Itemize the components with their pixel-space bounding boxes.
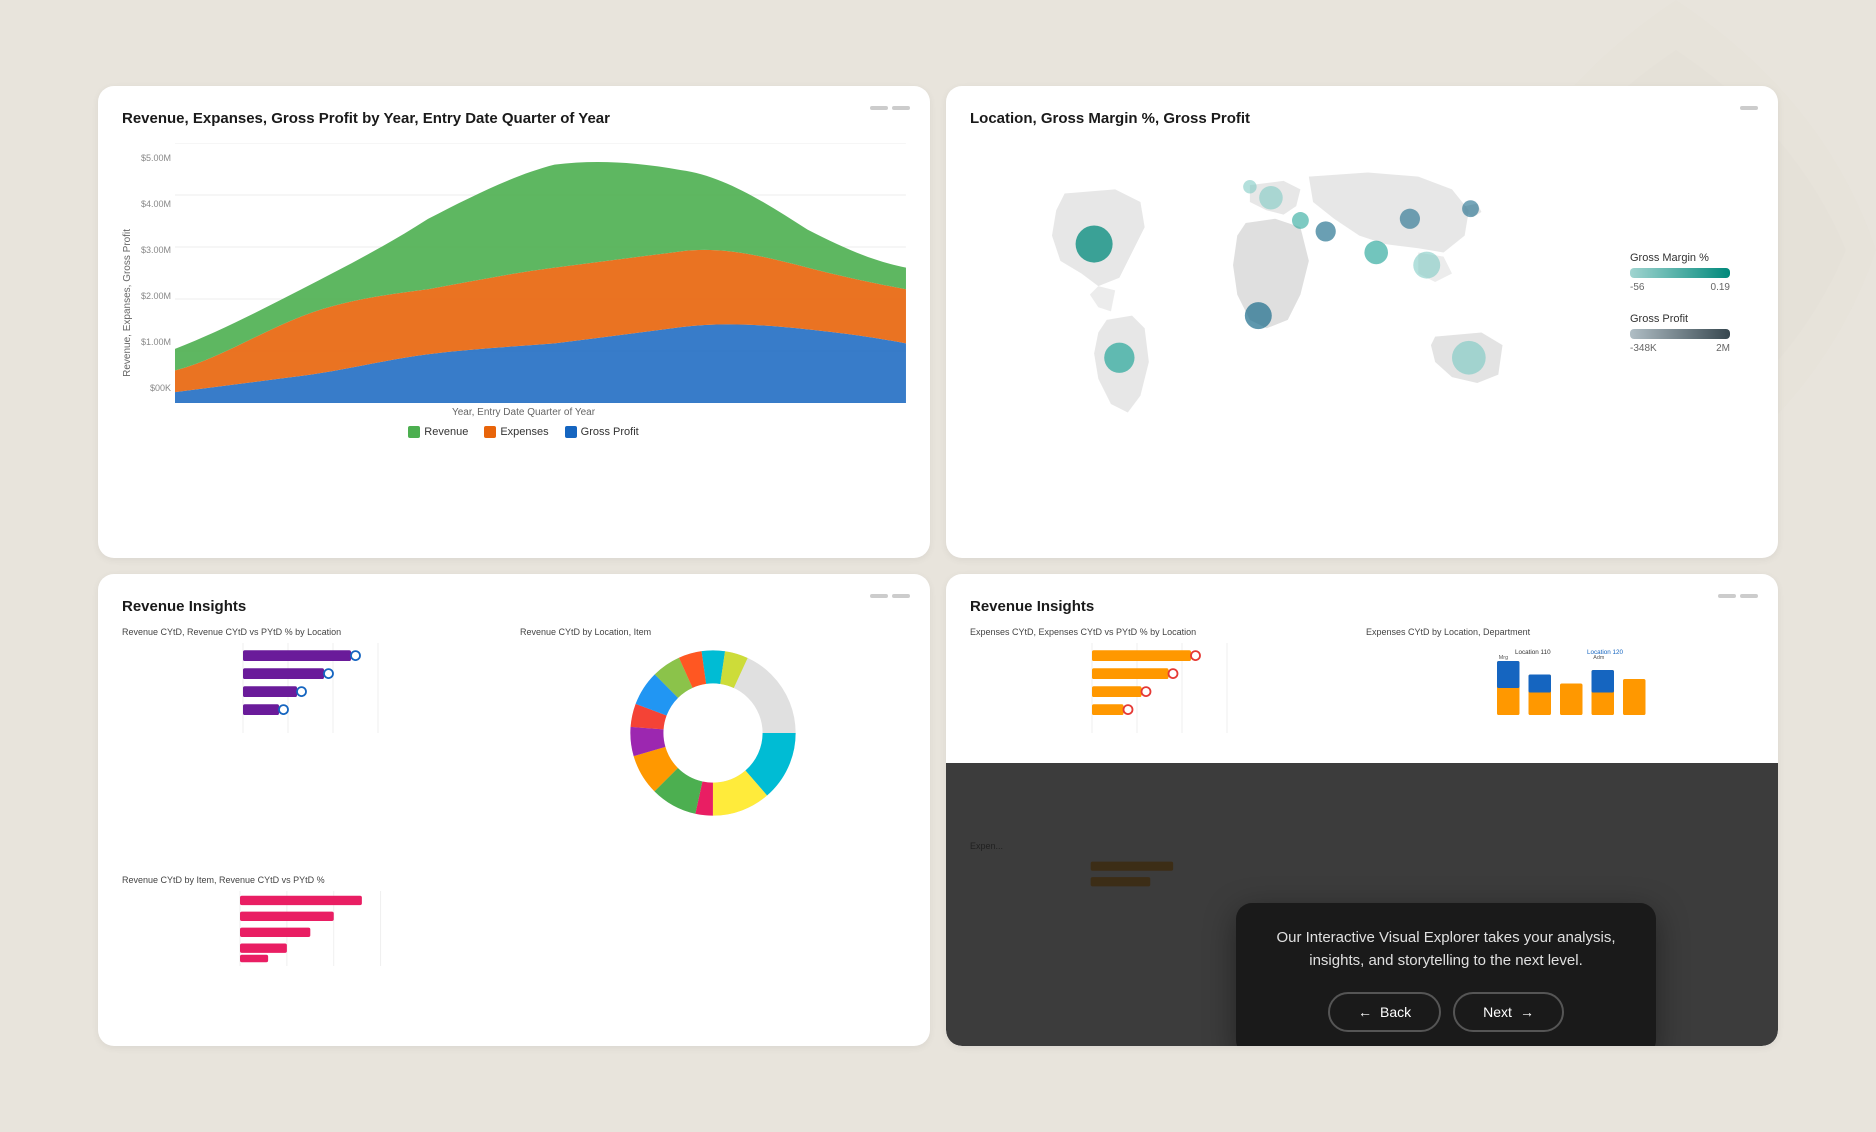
dashboard: Revenue, Expanses, Gross Profit by Year,… xyxy=(98,86,1778,1046)
ylabel: Revenue, Expanses, Gross Profit xyxy=(122,229,133,377)
legend-dot-revenue xyxy=(408,426,420,438)
chart-inner: $5.00M $4.00M $3.00M $2.00M $1.00M $00K xyxy=(141,143,906,438)
back-arrow-icon: ← xyxy=(1358,1004,1372,1020)
legend-gross-profit-section: Gross Profit -348K 2M xyxy=(1630,313,1754,354)
card-menu-area[interactable] xyxy=(870,106,910,110)
bar-chart-svg-1 xyxy=(122,643,508,733)
legend-label-revenue: Revenue xyxy=(424,426,468,438)
next-arrow-icon: → xyxy=(1520,1004,1534,1020)
legend-gm-gradient xyxy=(1630,268,1730,278)
yaxis-0: $00K xyxy=(141,383,171,393)
area-chart-svg xyxy=(175,143,906,403)
back-button[interactable]: ← Back xyxy=(1328,992,1441,1032)
card-menu-rev-right[interactable] xyxy=(1718,594,1758,598)
card-menu-rev-left[interactable] xyxy=(870,594,910,598)
donut-svg xyxy=(628,648,798,818)
revenue-insights-title-right: Revenue Insights xyxy=(970,598,1754,615)
sub-chart-empty xyxy=(520,875,906,1011)
donut-chart-container xyxy=(520,643,906,823)
legend-label-expenses: Expenses xyxy=(500,426,548,438)
legend-gm-max: 0.19 xyxy=(1711,282,1730,293)
card-revenue-insights-left: Revenue Insights Revenue CYtD, Revenue C… xyxy=(98,574,930,1046)
chart-with-axis: $5.00M $4.00M $3.00M $2.00M $1.00M $00K xyxy=(141,143,906,403)
legend-revenue: Revenue xyxy=(408,426,468,438)
card-map: Location, Gross Margin %, Gross Profit xyxy=(946,86,1778,558)
yaxis-5m: $5.00M xyxy=(141,153,171,163)
sub-chart-title-2: Revenue CYtD by Location, Item xyxy=(520,627,906,637)
sub-chart-bar-item: Revenue CYtD by Item, Revenue CYtD vs PY… xyxy=(122,875,508,1011)
map-container: Gross Margin % -56 0.19 Gross Profit -34… xyxy=(970,143,1754,463)
rev-right-dot-1 xyxy=(1718,594,1736,598)
sub-chart-title-3: Revenue CYtD by Item, Revenue CYtD vs PY… xyxy=(122,875,508,885)
sub-chart-title-exp-1: Expenses CYtD, Expenses CYtD vs PYtD % b… xyxy=(970,627,1358,637)
rev-left-dot-2 xyxy=(892,594,910,598)
yaxis-3m: $3.00M xyxy=(141,245,171,255)
insights-grid-left: Revenue CYtD, Revenue CYtD vs PYtD % by … xyxy=(122,627,906,1011)
svg-text:Mrg: Mrg xyxy=(1499,655,1508,661)
bar-chart-svg-2 xyxy=(122,891,508,966)
stacked-bar-svg: Location 110 Location 120 Mrg Adm xyxy=(1366,643,1754,733)
svg-text:Adm: Adm xyxy=(1593,655,1605,661)
sub-chart-bar-location: Revenue CYtD, Revenue CYtD vs PYtD % by … xyxy=(122,627,508,863)
legend-gm-title: Gross Margin % xyxy=(1630,252,1754,264)
legend-dot-gp xyxy=(565,426,577,438)
revenue-insights-title-left: Revenue Insights xyxy=(122,598,906,615)
card-revenue-insights-right: Revenue Insights Expenses CYtD, Expenses… xyxy=(946,574,1778,1046)
legend-dot-expenses xyxy=(484,426,496,438)
legend-gp-title: Gross Profit xyxy=(1630,313,1754,325)
legend-gp-min: -348K xyxy=(1630,343,1657,354)
map-menu-dot-1 xyxy=(1740,106,1758,110)
next-label: Next xyxy=(1483,1004,1512,1020)
sub-chart-donut: Revenue CYtD by Location, Item xyxy=(520,627,906,863)
card-menu-map[interactable] xyxy=(1740,106,1758,110)
tooltip-message: Our Interactive Visual Explorer takes yo… xyxy=(1268,927,1624,972)
yaxis-1m: $1.00M xyxy=(141,337,171,347)
chart-legend: Revenue Expenses Gross Profit xyxy=(141,426,906,438)
sub-chart-title-exp-2: Expenses CYtD by Location, Department xyxy=(1366,627,1754,637)
xlabel: Year, Entry Date Quarter of Year xyxy=(141,407,906,418)
legend-gp-max: 2M xyxy=(1716,343,1730,354)
legend-gm-range: -56 0.19 xyxy=(1630,282,1730,293)
menu-dot-2 xyxy=(892,106,910,110)
legend-label-gp: Gross Profit xyxy=(581,426,639,438)
legend-gm-min: -56 xyxy=(1630,282,1644,293)
back-label: Back xyxy=(1380,1004,1411,1020)
map-legend: Gross Margin % -56 0.19 Gross Profit -34… xyxy=(1614,143,1754,463)
card-area-chart: Revenue, Expanses, Gross Profit by Year,… xyxy=(98,86,930,558)
card-title-area: Revenue, Expanses, Gross Profit by Year,… xyxy=(122,110,906,127)
next-button[interactable]: Next → xyxy=(1453,992,1564,1032)
area-chart-container: Revenue, Expanses, Gross Profit $5.00M $… xyxy=(122,143,906,463)
exp-bar-svg xyxy=(970,643,1358,733)
tooltip-popup: Our Interactive Visual Explorer takes yo… xyxy=(1236,903,1656,1046)
rev-right-dot-2 xyxy=(1740,594,1758,598)
legend-gross-margin-section: Gross Margin % -56 0.19 xyxy=(1630,252,1754,293)
svg-text:Location 110: Location 110 xyxy=(1515,649,1551,656)
yaxis-2m: $2.00M xyxy=(141,291,171,301)
yaxis-labels: $5.00M $4.00M $3.00M $2.00M $1.00M $00K xyxy=(141,153,175,393)
rev-left-dot-1 xyxy=(870,594,888,598)
yaxis-4m: $4.00M xyxy=(141,199,171,209)
tooltip-button-group: ← Back Next → xyxy=(1268,992,1624,1032)
world-map xyxy=(970,143,1614,463)
legend-gp-gradient xyxy=(1630,329,1730,339)
sub-chart-title-1: Revenue CYtD, Revenue CYtD vs PYtD % by … xyxy=(122,627,508,637)
menu-dot-1 xyxy=(870,106,888,110)
card-title-map: Location, Gross Margin %, Gross Profit xyxy=(970,110,1754,127)
legend-expenses: Expenses xyxy=(484,426,548,438)
legend-gross-profit: Gross Profit xyxy=(565,426,639,438)
legend-gp-range: -348K 2M xyxy=(1630,343,1730,354)
world-map-svg xyxy=(970,143,1614,463)
